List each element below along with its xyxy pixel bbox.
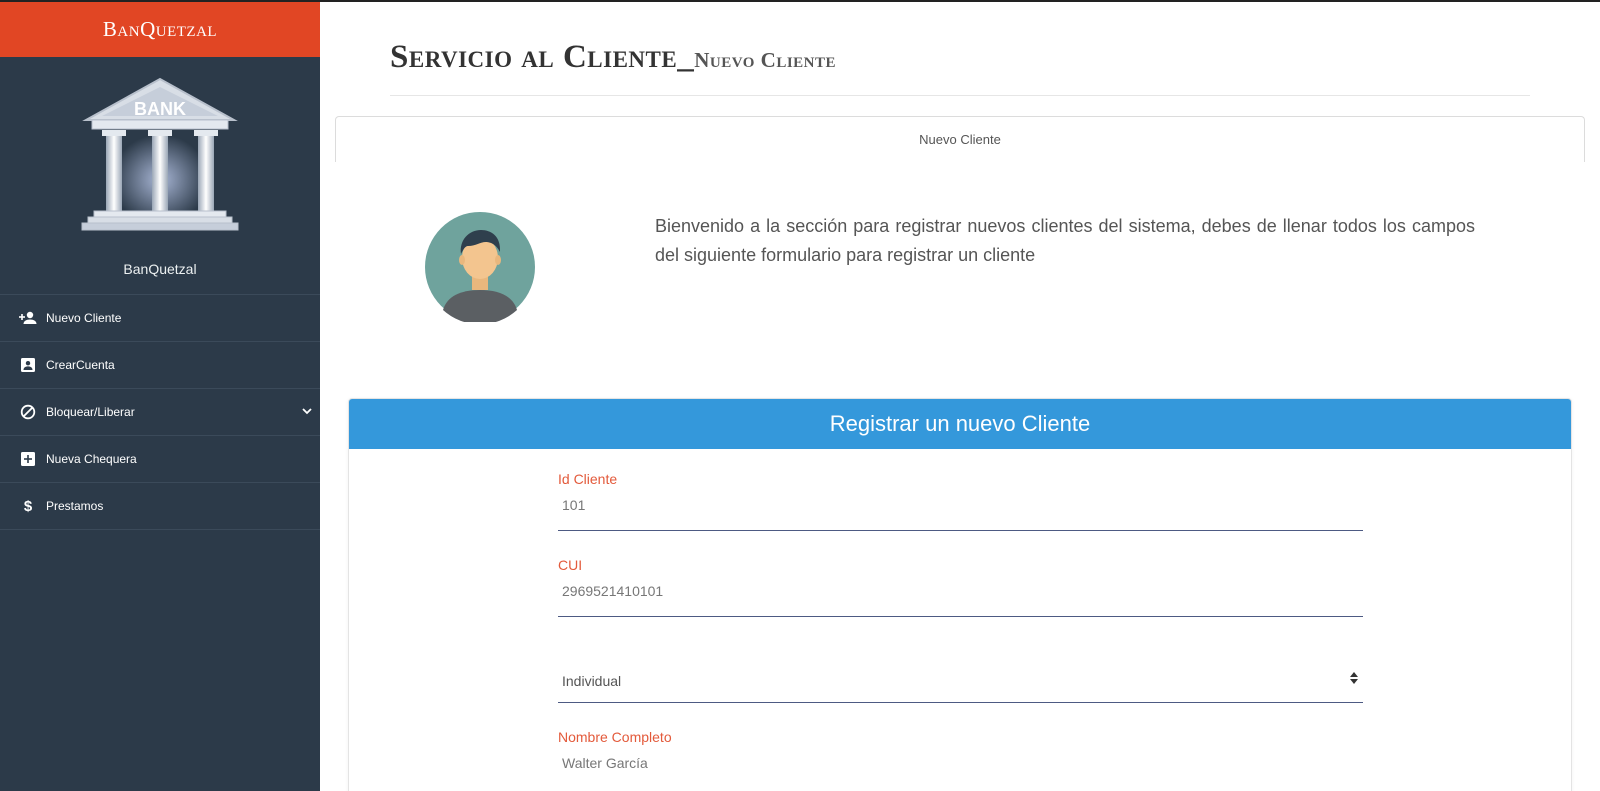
id-cliente-label: Id Cliente	[558, 471, 618, 487]
nombre-label: Nombre Completo	[558, 729, 672, 745]
page-header: Servicio al Cliente_Nuevo Cliente	[390, 38, 1530, 96]
form-header: Registrar un nuevo Cliente	[349, 399, 1571, 449]
tipo-cliente-value: Individual	[562, 672, 622, 689]
dollar-icon: $	[23, 497, 33, 515]
cui-field: CUI	[558, 553, 1363, 617]
sidebar-item-label: Bloquear/Liberar	[46, 405, 135, 419]
sidebar-item-nuevo-cliente[interactable]: Nuevo Cliente	[0, 295, 320, 342]
sidebar-menu: Nuevo Cliente CrearCuenta Bloquear/Liber…	[0, 295, 320, 530]
add-box-icon	[19, 451, 37, 467]
brand-title[interactable]: BanQuetzal	[103, 17, 217, 42]
sidebar-item-label: Nueva Chequera	[46, 452, 137, 466]
main-content: Servicio al Cliente_Nuevo Cliente Nuevo …	[320, 2, 1600, 791]
brand-bar: BanQuetzal	[0, 2, 320, 57]
sidebar: BanQuetzal BANK BanQuetzal Nuevo Cliente…	[0, 2, 320, 791]
user-avatar-icon	[425, 212, 535, 322]
person-add-icon	[19, 310, 37, 326]
tipo-cliente-select[interactable]: Individual	[558, 659, 1363, 703]
tab-nuevo-cliente[interactable]: Nuevo Cliente	[919, 132, 1001, 147]
sidebar-item-bloquear-liberar[interactable]: Bloquear/Liberar	[0, 389, 320, 436]
sidebar-item-nueva-chequera[interactable]: Nueva Chequera	[0, 436, 320, 483]
cui-input[interactable]	[558, 583, 1363, 599]
welcome-message: Bienvenido a la sección para registrar n…	[655, 216, 1475, 265]
sidebar-item-prestamos[interactable]: $ Prestamos	[0, 483, 320, 530]
id-cliente-input[interactable]	[558, 497, 1363, 513]
sort-arrows-icon	[1349, 671, 1359, 690]
tab-bar: Nuevo Cliente	[335, 116, 1585, 162]
sidebar-profile: BANK BanQuetzal	[0, 57, 320, 295]
cui-label: CUI	[558, 557, 583, 573]
page-title-sub: Nuevo Cliente	[694, 48, 837, 72]
page-title: Servicio al Cliente_Nuevo Cliente	[390, 38, 1530, 76]
bank-logo: BANK	[81, 77, 239, 231]
chevron-down-icon[interactable]	[302, 404, 312, 418]
block-icon	[19, 404, 37, 420]
id-cliente-field: Id Cliente	[558, 467, 1363, 531]
bank-name: BanQuetzal	[123, 261, 197, 277]
sidebar-item-label: Nuevo Cliente	[46, 311, 122, 325]
bank-logo-text: BANK	[134, 99, 186, 119]
nombre-field: Nombre Completo	[558, 725, 1363, 789]
form-title: Registrar un nuevo Cliente	[829, 411, 1091, 436]
nombre-input[interactable]	[558, 755, 1363, 771]
page-title-main: Servicio al Cliente_	[390, 39, 695, 75]
sidebar-item-label: Prestamos	[46, 499, 104, 513]
account-box-icon	[19, 357, 37, 373]
sidebar-item-crear-cuenta[interactable]: CrearCuenta	[0, 342, 320, 389]
register-form-card: Registrar un nuevo Cliente Id Cliente CU…	[348, 398, 1572, 791]
sidebar-item-label: CrearCuenta	[46, 358, 115, 372]
